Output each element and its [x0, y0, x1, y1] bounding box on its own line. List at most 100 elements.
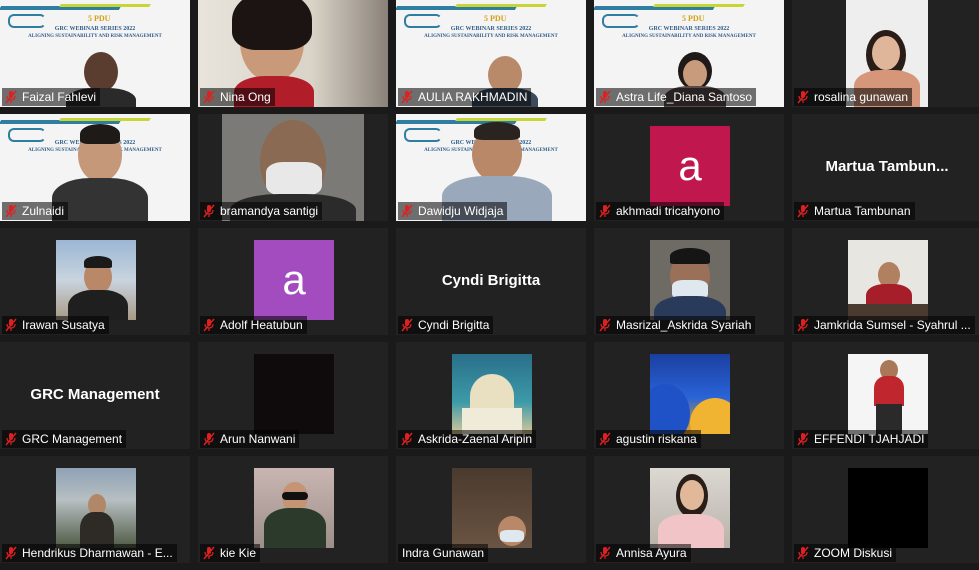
participant-photo [56, 240, 136, 320]
participant-tile-kie-kie[interactable]: kie Kie [198, 456, 388, 563]
avatar: a [650, 126, 730, 206]
slide-subtitle: ALIGNING SUSTAINABILITY AND RISK MANAGEM… [28, 34, 162, 39]
slide-pdu: 5 PDU [484, 14, 507, 23]
participant-tile-agustin-riskana[interactable]: agustin riskana [594, 342, 784, 449]
muted-mic-icon [203, 318, 215, 332]
muted-mic-icon [401, 90, 413, 104]
participant-tile-askrida-zaenal-aripin[interactable]: Askrida-Zaenal Aripin [396, 342, 586, 449]
participant-name: Nina Ong [220, 90, 271, 104]
participant-photo [848, 240, 928, 320]
participant-tile-rosalina-gunawan[interactable]: rosalina gunawan [792, 0, 979, 107]
gallery-view: 5 PDU GRC WEBINAR SERIES 2022 ALIGNING S… [0, 0, 979, 570]
participant-photo [452, 354, 532, 434]
slide-title: GRC WEBINAR SERIES 2022 [648, 26, 730, 32]
muted-mic-icon [401, 318, 413, 332]
muted-mic-icon [203, 90, 215, 104]
participant-name: Zulnaidi [22, 204, 65, 218]
avatar: a [254, 240, 334, 320]
participant-name: EFFENDI TJAHJADI [814, 432, 925, 446]
muted-mic-icon [599, 546, 611, 560]
participant-tile-irawan-susatya[interactable]: Irawan Susatya [0, 228, 190, 335]
participant-name: Hendrikus Dharmawan - E... [22, 546, 173, 560]
muted-mic-icon [797, 546, 809, 560]
participant-name: Adolf Heatubun [220, 318, 303, 332]
participant-name: agustin riskana [616, 432, 697, 446]
participant-name: Faizal Fahlevi [22, 90, 97, 104]
muted-mic-icon [203, 546, 215, 560]
participant-tile-dawidju-widjaja[interactable]: 5 PDU GRC WEBINAR SERIES 2022 ALIGNING S… [396, 114, 586, 221]
participant-name: Cyndi Brigitta [418, 318, 490, 332]
muted-mic-icon [5, 204, 17, 218]
avatar-letter: a [650, 126, 730, 206]
participant-video [452, 468, 532, 548]
participant-tile-astra-life-diana-santoso[interactable]: 5 PDU GRC WEBINAR SERIES 2022 ALIGNING S… [594, 0, 784, 107]
muted-mic-icon [401, 204, 413, 218]
participant-name: Askrida-Zaenal Aripin [418, 432, 533, 446]
participant-name: Irawan Susatya [22, 318, 105, 332]
participant-name: akhmadi tricahyono [616, 204, 721, 218]
muted-mic-icon [797, 318, 809, 332]
muted-mic-icon [599, 432, 611, 446]
participant-tile-adolf-heatubun[interactable]: a Adolf Heatubun [198, 228, 388, 335]
participant-photo [254, 354, 334, 434]
participant-name: kie Kie [220, 546, 257, 560]
muted-mic-icon [599, 90, 611, 104]
slide-pdu: 5 PDU [88, 14, 111, 23]
participant-name: ZOOM Diskusi [814, 546, 892, 560]
participant-name: AULIA RAKHMADIN [418, 90, 528, 104]
participant-name: Annisa Ayura [616, 546, 687, 560]
participant-tile-akhmadi-tricahyono[interactable]: a akhmadi tricahyono [594, 114, 784, 221]
participant-tile-arun-nanwani[interactable]: Arun Nanwani [198, 342, 388, 449]
participant-name: Arun Nanwani [220, 432, 296, 446]
participant-photo [650, 240, 730, 320]
avatar-letter: a [254, 240, 334, 320]
muted-mic-icon [599, 318, 611, 332]
slide-pdu: 5 PDU [682, 14, 705, 23]
participant-tile-zulnaidi[interactable]: 5 PDU GRC WEBINAR SERIES 2022 ALIGNING S… [0, 114, 190, 221]
participant-tile-annisa-ayura[interactable]: Annisa Ayura [594, 456, 784, 563]
participant-name: Indra Gunawan [402, 546, 485, 560]
participant-tile-jamkrida-sumsel[interactable]: Jamkrida Sumsel - Syahrul ... [792, 228, 979, 335]
participant-photo [650, 468, 730, 548]
participant-photo [848, 468, 928, 548]
muted-mic-icon [203, 204, 215, 218]
participant-name: rosalina gunawan [814, 90, 909, 104]
participant-display-name: Cyndi Brigitta [441, 272, 541, 289]
participant-tile-masrizal-askrida-syariah[interactable]: Masrizal_Askrida Syariah [594, 228, 784, 335]
muted-mic-icon [5, 432, 17, 446]
muted-mic-icon [5, 90, 17, 104]
participant-tile-nina-ong[interactable]: Nina Ong [198, 0, 388, 107]
participant-photo [56, 468, 136, 548]
participant-name: Astra Life_Diana Santoso [616, 90, 753, 104]
muted-mic-icon [401, 432, 413, 446]
participant-tile-martua-tambunan[interactable]: Martua Tambun... Martua Tambunan [792, 114, 979, 221]
participant-display-name: GRC Management [30, 386, 160, 403]
participant-tile-faizal-fahlevi[interactable]: 5 PDU GRC WEBINAR SERIES 2022 ALIGNING S… [0, 0, 190, 107]
participant-tile-zoom-diskusi[interactable]: ZOOM Diskusi [792, 456, 979, 563]
participant-name: GRC Management [22, 432, 123, 446]
participant-tile-bramandya-santigi[interactable]: bramandya santigi [198, 114, 388, 221]
slide-subtitle: ALIGNING SUSTAINABILITY AND RISK MANAGEM… [424, 34, 558, 39]
participant-photo [650, 354, 730, 434]
slide-title: GRC WEBINAR SERIES 2022 [54, 26, 136, 32]
muted-mic-icon [599, 204, 611, 218]
muted-mic-icon [203, 432, 215, 446]
muted-mic-icon [797, 204, 809, 218]
participant-name: Martua Tambunan [814, 204, 911, 218]
participant-photo [254, 468, 334, 548]
participant-name: bramandya santigi [220, 204, 319, 218]
participant-name: Jamkrida Sumsel - Syahrul ... [814, 318, 971, 332]
muted-mic-icon [5, 546, 17, 560]
participant-tile-effendi-tjahjadi[interactable]: EFFENDI TJAHJADI [792, 342, 979, 449]
participant-name: Dawidju Widjaja [418, 204, 504, 218]
participant-photo [848, 354, 928, 434]
participant-name: Masrizal_Askrida Syariah [616, 318, 752, 332]
participant-tile-grc-management[interactable]: GRC Management GRC Management [0, 342, 190, 449]
muted-mic-icon [797, 90, 809, 104]
slide-title: GRC WEBINAR SERIES 2022 [450, 26, 532, 32]
participant-tile-indra-gunawan[interactable]: Indra Gunawan [396, 456, 586, 563]
participant-tile-aulia-rakhmadin[interactable]: 5 PDU GRC WEBINAR SERIES 2022 ALIGNING S… [396, 0, 586, 107]
participant-tile-cyndi-brigitta[interactable]: Cyndi Brigitta Cyndi Brigitta [396, 228, 586, 335]
participant-tile-hendrikus-dharmawan[interactable]: Hendrikus Dharmawan - E... [0, 456, 190, 563]
participant-display-name: Martua Tambun... [825, 158, 949, 175]
